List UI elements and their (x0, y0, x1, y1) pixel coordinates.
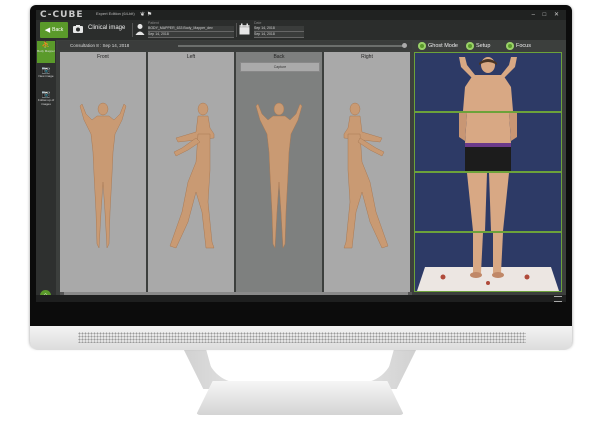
flag-icon[interactable]: ⚑ (147, 12, 152, 18)
back-button[interactable]: ◀ Back (40, 22, 68, 38)
toggle-on-icon (418, 41, 426, 50)
view-panel-right[interactable]: Right (324, 52, 410, 292)
toggle-on-icon (466, 41, 474, 50)
photo-tile-legs[interactable] (414, 172, 562, 232)
back-button-label: Back (52, 27, 64, 33)
body-model-right[interactable] (324, 52, 410, 292)
photo-tile-lower-back[interactable] (414, 112, 562, 172)
consultation-label: Consultation 8 : Sep 14, 2018 (70, 43, 130, 48)
consultation-slider-track[interactable] (178, 45, 406, 47)
top-toolbar: ◀ Back Clinical image Patient BODY_MAPPE… (36, 20, 566, 40)
monitor-stand-opening (206, 349, 394, 383)
sidebar-item-new-image[interactable]: 📷 New image (37, 66, 55, 86)
toolbar-divider (132, 23, 133, 37)
patient-icon (135, 24, 145, 35)
left-sidebar: ⛹ Body Mapper 📷 New image 📷 Follow up of… (36, 40, 56, 302)
body-view-panels: Front Left Back Capture Right (60, 52, 412, 292)
photo-tile-upper-back[interactable] (414, 52, 562, 112)
view-panel-left[interactable]: Left (148, 52, 234, 292)
focus-toggle[interactable]: Focus (506, 41, 531, 51)
setup-toggle[interactable]: Setup (466, 41, 490, 51)
patient-date-value: Sep 14, 2018 (148, 32, 234, 38)
app-window: C-CUBE Expert Edition (64-bit) ❦ ⚑ – □ ✕… (36, 10, 566, 302)
patient-photo-legs (415, 173, 561, 231)
menu-icon[interactable] (554, 296, 562, 302)
photo-strip (414, 52, 564, 294)
window-controls[interactable]: – □ ✕ (532, 10, 562, 20)
speaker-grille (78, 332, 526, 343)
view-toggles: Ghost Mode Setup Focus (418, 40, 566, 52)
status-footer (36, 295, 566, 302)
sidebar-item-label: Follow up of images (37, 98, 55, 106)
focus-label: Focus (516, 43, 531, 49)
ghost-mode-toggle[interactable]: Ghost Mode (418, 41, 458, 51)
title-bar: C-CUBE Expert Edition (64-bit) ❦ ⚑ – □ ✕ (36, 10, 566, 20)
consultation-slider-handle[interactable] (402, 43, 407, 48)
ghost-tool-icon[interactable]: ❦ (140, 12, 145, 18)
monitor-chin (30, 326, 572, 350)
sidebar-item-follow-up[interactable]: 📷 Follow up of images (37, 90, 55, 116)
body-model-front[interactable] (60, 52, 146, 292)
calendar-icon (239, 23, 250, 35)
toggle-on-icon (506, 41, 514, 50)
patient-photo-feet (415, 233, 561, 291)
sidebar-item-body-mapper[interactable]: ⛹ Body Mapper (37, 41, 55, 63)
section-title: Clinical image (88, 25, 126, 31)
patient-photo-hips (415, 113, 561, 171)
edition-label: Expert Edition (64-bit) (96, 11, 135, 16)
body-model-back[interactable] (236, 52, 322, 292)
sidebar-item-label: New image (38, 74, 54, 78)
camera-icon (73, 25, 83, 33)
ghost-mode-label: Ghost Mode (428, 43, 458, 49)
view-panel-back[interactable]: Back Capture (236, 52, 322, 292)
title-bar-tools: ❦ ⚑ (140, 11, 152, 19)
body-model-left[interactable] (148, 52, 234, 292)
sidebar-item-label: Body Mapper (37, 49, 55, 53)
photo-tile-feet[interactable] (414, 232, 562, 292)
date-field[interactable]: Date Sep 14, 2018 Sep 14, 2018 (254, 21, 304, 38)
patient-field-label: Patient (148, 21, 159, 25)
toolbar-divider (236, 23, 237, 37)
arrow-left-icon: ◀ (44, 27, 51, 34)
consultation-bar: Consultation 8 : Sep 14, 2018 (58, 41, 412, 50)
monitor-stand-base (196, 381, 404, 415)
view-panel-front[interactable]: Front (60, 52, 146, 292)
app-logo: C-CUBE (40, 10, 84, 20)
patient-photo-upper (415, 53, 561, 111)
patient-field[interactable]: Patient BODY_MAPPER_633 Body_Mapper_dev … (148, 21, 234, 38)
date-value-secondary: Sep 14, 2018 (254, 32, 304, 38)
setup-label: Setup (476, 43, 491, 49)
date-field-label: Date (254, 21, 262, 25)
